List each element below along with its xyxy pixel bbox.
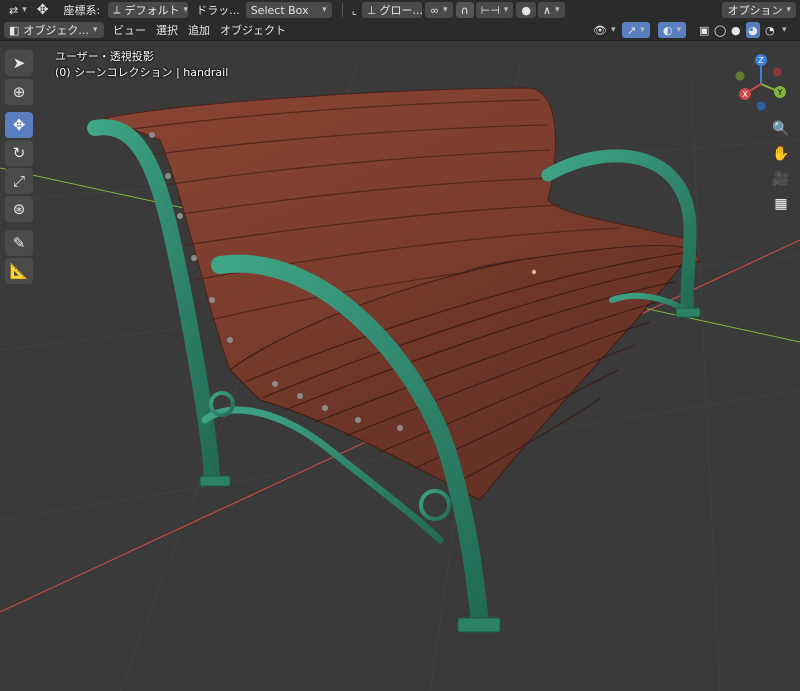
menu-object-label: オブジェクト	[220, 24, 286, 37]
shading-wireframe[interactable]: ◯	[712, 22, 728, 38]
coord-label: 座標系:	[63, 4, 101, 17]
menu-object[interactable]: オブジェクト	[215, 22, 291, 38]
camera-view-button[interactable]: 🎥	[768, 168, 794, 190]
pivot-icon: ⌞	[351, 3, 357, 17]
cursor-tool[interactable]: ⊕	[5, 79, 33, 105]
drag-label: ドラッ...	[196, 4, 240, 17]
magnet-icon: ∩	[460, 3, 469, 17]
orientation-icon: ⟂	[113, 3, 121, 16]
snap-target-dropdown[interactable]: ∞	[424, 2, 453, 18]
proportional-edit-toggle[interactable]: ●	[516, 2, 536, 18]
overlay-toggle[interactable]: ◐	[658, 22, 687, 38]
grid-ortho-icon: ▦	[774, 196, 788, 212]
orientation-value: デフォルト	[124, 4, 180, 17]
scale-tool[interactable]: ⤢	[5, 168, 33, 194]
options-dropdown[interactable]: オプション	[722, 2, 796, 18]
move-arrows-icon: ✥	[36, 2, 49, 18]
menu-add[interactable]: 追加	[183, 22, 215, 38]
shading-rendered[interactable]: ◔	[763, 22, 777, 38]
visibility-dropdown[interactable]: 👁	[588, 22, 621, 38]
transform-affect-button[interactable]: ⇄	[4, 2, 32, 18]
3d-viewport[interactable]: ⇄ ✥ 座標系: ⟂ デフォルト ドラッ... Select Box ⌞ ⊥ グ…	[0, 0, 800, 691]
shading-material[interactable]: ◕	[746, 22, 760, 38]
gizmo-y-label: Y	[777, 88, 783, 97]
select-mode-value: Select Box	[250, 3, 309, 17]
menu-select-label: 選択	[156, 24, 178, 37]
select-cursor-icon: ➤	[12, 54, 26, 72]
annotate-tool[interactable]: ✎	[5, 230, 33, 256]
zoom-button[interactable]: 🔍	[768, 118, 794, 140]
material-shading-icon: ◕	[748, 23, 758, 37]
measure-tool[interactable]: 📐	[5, 258, 33, 284]
select-box-tool[interactable]: ➤	[5, 50, 33, 76]
move-tool[interactable]: ✥	[5, 112, 33, 138]
zoom-icon: 🔍	[772, 121, 790, 137]
collection-info: (0) シーンコレクション | handrail	[55, 66, 229, 79]
transform-orientation-dropdown[interactable]: ⊥ グロー...	[361, 2, 423, 18]
mode-dropdown[interactable]: ◧ オブジェク...	[4, 22, 104, 38]
gizmo-z-label: Z	[758, 56, 764, 65]
eye-icon: 👁	[593, 23, 607, 37]
viewport-header: ◧ オブジェク... ビュー 選択 追加 オブジェクト 👁 ↗ ◐ ▣ ◯ ● …	[0, 20, 800, 41]
move-gizmo-button[interactable]: ✥	[32, 2, 54, 18]
gizmo-icon: ↗	[627, 23, 637, 37]
navigation-gizmo[interactable]: Z Y X	[731, 54, 791, 114]
viewport-scene	[0, 59, 800, 691]
object-mode-icon: ◧	[9, 23, 20, 37]
rotate-tool[interactable]: ↻	[5, 140, 33, 166]
snap-toggle-button[interactable]: ∩	[455, 2, 474, 18]
pivot-point-button[interactable]: ⌞	[347, 2, 362, 18]
snap-increment-icon: ⊢⊣	[480, 3, 500, 17]
wireframe-shading-icon: ◯	[714, 23, 727, 37]
annotate-pencil-icon: ✎	[12, 234, 26, 252]
scale-icon: ⤢	[12, 172, 25, 190]
link-icon: ∞	[429, 3, 440, 17]
mode-value: オブジェク...	[23, 24, 89, 37]
ortho-toggle-button[interactable]: ▦	[768, 193, 794, 215]
solid-shading-icon: ●	[731, 23, 741, 37]
snap-element-dropdown[interactable]: ⊢⊣	[475, 2, 514, 18]
menu-view-label: ビュー	[113, 24, 146, 37]
proportional-edit-icon: ●	[521, 3, 531, 17]
select-mode-dropdown[interactable]: Select Box	[245, 2, 332, 18]
xray-icon: ▣	[699, 23, 710, 37]
pan-button[interactable]: ✋	[768, 143, 794, 165]
move-icon: ✥	[12, 116, 26, 134]
shading-options-dropdown[interactable]	[776, 22, 789, 38]
gizmo-x-label: X	[742, 90, 748, 99]
orientation-dropdown[interactable]: ⟂ デフォルト	[108, 2, 189, 18]
hand-pan-icon: ✋	[772, 146, 790, 162]
options-label: オプション	[727, 4, 783, 17]
separator	[341, 3, 343, 17]
camera-icon: 🎥	[772, 171, 790, 187]
menu-select[interactable]: 選択	[151, 22, 183, 38]
gizmo-neg-x[interactable]	[772, 67, 782, 77]
tool-settings-bar: ⇄ ✥ 座標系: ⟂ デフォルト ドラッ... Select Box ⌞ ⊥ グ…	[0, 0, 800, 20]
rendered-shading-icon: ◔	[765, 23, 775, 37]
pivot-value: グロー...	[379, 4, 423, 17]
menu-add-label: 追加	[188, 24, 210, 37]
falloff-dropdown[interactable]: ∧	[537, 2, 565, 18]
gizmo-neg-z[interactable]	[756, 101, 766, 111]
gizmo-toggle[interactable]: ↗	[622, 22, 650, 38]
shading-solid[interactable]: ●	[729, 22, 743, 38]
overlay-icon: ◐	[663, 23, 673, 37]
transform-icon: ⊛	[12, 200, 26, 218]
rotate-icon: ↻	[12, 144, 26, 162]
falloff-curve-icon: ∧	[542, 3, 551, 17]
global-axes-icon: ⊥	[366, 3, 377, 17]
transform-tool[interactable]: ⊛	[5, 196, 33, 222]
transform-affect-icon: ⇄	[9, 3, 19, 17]
measure-ruler-icon: 📐	[9, 262, 29, 280]
view-name: ユーザー・透視投影	[55, 50, 154, 63]
3d-cursor-icon: ⊕	[12, 83, 26, 101]
gizmo-neg-y[interactable]	[735, 71, 745, 81]
menu-view[interactable]: ビュー	[108, 22, 151, 38]
